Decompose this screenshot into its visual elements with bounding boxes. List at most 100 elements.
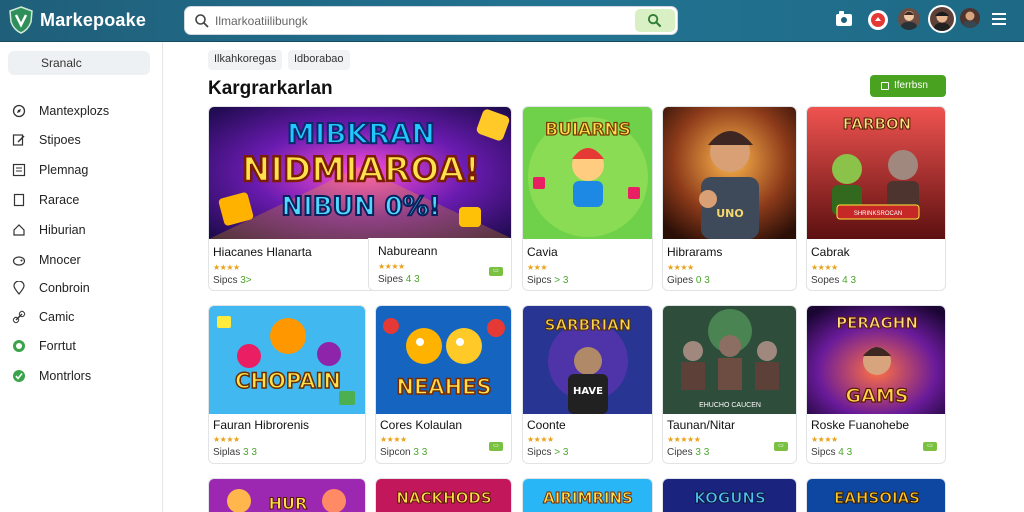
game-card[interactable]: AIRIMRINS [522, 478, 653, 512]
game-card-info[interactable]: Nabureann ★★★★ Sipes 4 3 ▭ [368, 238, 512, 291]
game-title[interactable]: Cabrak [811, 245, 850, 259]
game-thumbnail[interactable]: NACKHODS [376, 479, 512, 512]
game-card[interactable]: KOGUNS [662, 478, 797, 512]
game-meta: Sopes 4 3 [811, 275, 856, 286]
game-meta-label: Gipes [667, 275, 696, 286]
sidebar-item-rarace[interactable]: Rarace [12, 191, 152, 211]
user-avatar[interactable] [928, 5, 956, 33]
game-art-text: NIDMIAROA! [242, 150, 480, 190]
game-art-text: MIBKRAN [287, 117, 435, 150]
sidebar-item-forrtut[interactable]: Forrtut [12, 337, 152, 357]
rating-stars: ★★★★ [378, 262, 405, 271]
notification-icon[interactable] [867, 9, 889, 31]
game-card[interactable]: EAHSOIAS [806, 478, 946, 512]
game-art-text: NACKHODS [396, 489, 491, 507]
rating-stars: ★★★★ [213, 263, 240, 272]
media-icon[interactable] [834, 9, 856, 31]
game-thumbnail[interactable]: AIRIMRINS [523, 479, 653, 512]
game-thumbnail[interactable]: PERAGHN GAMS [807, 306, 945, 414]
menu-icon[interactable] [990, 10, 1008, 28]
sidebar-item-conbroin[interactable]: Conbroin [12, 279, 152, 299]
game-title[interactable]: Hibrarams [667, 245, 722, 259]
game-card[interactable]: SARBRIAN HAVE Coonte ★★★★ Sipcs > 3 [522, 305, 653, 464]
game-card[interactable]: EHUCHO CAUCEN Taunan/Nitar ★★★★★ Cipes 3… [662, 305, 797, 464]
game-art-text: BUIARNS [545, 120, 631, 140]
avatar[interactable] [898, 8, 920, 30]
game-thumbnail[interactable]: MIBKRAN NIDMIAROA! NIBUN 0%! [209, 107, 511, 239]
game-art-text: EAHSOIAS [834, 489, 920, 507]
search-input[interactable] [215, 10, 615, 32]
game-title[interactable]: Hiacanes Hlanarta [213, 245, 312, 259]
game-meta-value: 4 3 [842, 275, 857, 286]
game-title[interactable]: Coonte [527, 418, 566, 432]
platform-badge: ▭ [923, 442, 937, 451]
sidebar-item-camic[interactable]: Camic [12, 308, 152, 328]
sidebar-item-hiburian[interactable]: Hiburian [12, 221, 152, 241]
game-title[interactable]: Cavia [527, 245, 558, 259]
link-icon [12, 310, 26, 324]
game-title[interactable]: Cores Kolaulan [380, 418, 462, 432]
game-meta-value: 3 3 [413, 447, 428, 458]
game-meta: Gipes 0 3 [667, 275, 710, 286]
game-thumbnail[interactable]: HUR [209, 479, 366, 512]
filter-chip[interactable]: Idborabao [288, 50, 350, 70]
game-meta: Cipes 3 3 [667, 447, 709, 458]
game-thumbnail[interactable]: KOGUNS [663, 479, 797, 512]
game-thumbnail[interactable]: NEAHES [376, 306, 511, 414]
sidebar-item-montrlors[interactable]: Montrlors [12, 367, 152, 387]
primary-action-button[interactable]: Iferrbsn [870, 75, 946, 97]
rating-stars: ★★★★★ [667, 435, 701, 444]
game-meta-label: Sopes [811, 275, 843, 286]
sidebar-item-mnocer[interactable]: Mnocer [12, 251, 152, 271]
sidebar-item-plemnag[interactable]: Plemnag [12, 161, 152, 181]
game-title[interactable]: Roske Fuanohebe [811, 418, 909, 432]
filter-chip[interactable]: Ilkahkoregas [208, 50, 283, 70]
top-bar: Markepoake [0, 0, 1024, 42]
platform-badge: ▭ [774, 442, 788, 451]
game-card[interactable]: BUIARNS Cavia ★★★ Sipcs > 3 [522, 106, 653, 291]
game-meta-label: Sipcs [811, 447, 839, 458]
game-title[interactable]: Taunan/Nitar [667, 418, 735, 432]
game-card[interactable]: CHOPAIN Fauran Hibrorenis ★★★★ Siplas 3 … [208, 305, 366, 464]
game-meta-value: 3 3 [695, 447, 710, 458]
game-title[interactable]: Nabureann [378, 244, 437, 258]
game-thumbnail[interactable]: FARBON SHRINKSROCAN [807, 107, 945, 239]
sidebar-item-label: Conbroin [39, 281, 90, 295]
game-thumbnail[interactable]: EAHSOIAS [807, 479, 946, 512]
search-button[interactable] [635, 9, 675, 32]
game-meta-label: Sipcs [213, 275, 241, 286]
app-brand[interactable]: Markepoake [40, 10, 146, 31]
game-thumbnail[interactable]: EHUCHO CAUCEN [663, 306, 796, 414]
game-card[interactable]: NACKHODS [375, 478, 512, 512]
game-meta-value: > 3 [554, 447, 569, 458]
sidebar-item-stipoes[interactable]: Stipoes [12, 131, 152, 151]
search-bar[interactable] [184, 6, 678, 35]
sidebar-search[interactable]: Sranalc [8, 51, 150, 75]
rating-stars: ★★★★ [811, 435, 838, 444]
search-icon [195, 14, 209, 28]
location-icon [13, 281, 25, 295]
game-thumbnail[interactable]: UNO [663, 107, 796, 239]
sidebar-item-label: Mnocer [39, 253, 81, 267]
game-art-text: FARBON [843, 115, 911, 133]
sidebar-item-label: Mantexplozs [39, 104, 110, 118]
list-icon [12, 163, 26, 177]
avatar[interactable] [960, 8, 980, 28]
game-thumbnail[interactable]: BUIARNS [523, 107, 652, 239]
game-card[interactable]: HUR [208, 478, 366, 512]
game-card[interactable]: NEAHES Cores Kolaulan ★★★★ Sipcon 3 3 ▭ [375, 305, 512, 464]
sidebar-item-label: Stipoes [39, 133, 81, 147]
sidebar-item-mantexplozs[interactable]: Mantexplozs [12, 102, 152, 122]
game-title[interactable]: Fauran Hibrorenis [213, 418, 309, 432]
game-card[interactable]: UNO Hibrarams ★★★★ Gipes 0 3 [662, 106, 797, 291]
game-art-text: SARBRIAN [545, 316, 632, 334]
shield-logo-icon[interactable] [8, 6, 34, 34]
sidebar: Sranalc Mantexplozs Stipoes Plemnag Rara… [0, 42, 163, 512]
game-thumbnail[interactable]: SARBRIAN HAVE [523, 306, 652, 414]
game-thumbnail[interactable]: CHOPAIN [209, 306, 365, 414]
game-meta-value: 3> [240, 275, 252, 286]
compass-icon [12, 104, 26, 118]
game-meta-label: Sipcs [527, 447, 555, 458]
game-card[interactable]: FARBON SHRINKSROCAN Cabrak ★★★★ Sopes 4 … [806, 106, 946, 291]
game-card[interactable]: PERAGHN GAMS Roske Fuanohebe ★★★★ Sipcs … [806, 305, 946, 464]
